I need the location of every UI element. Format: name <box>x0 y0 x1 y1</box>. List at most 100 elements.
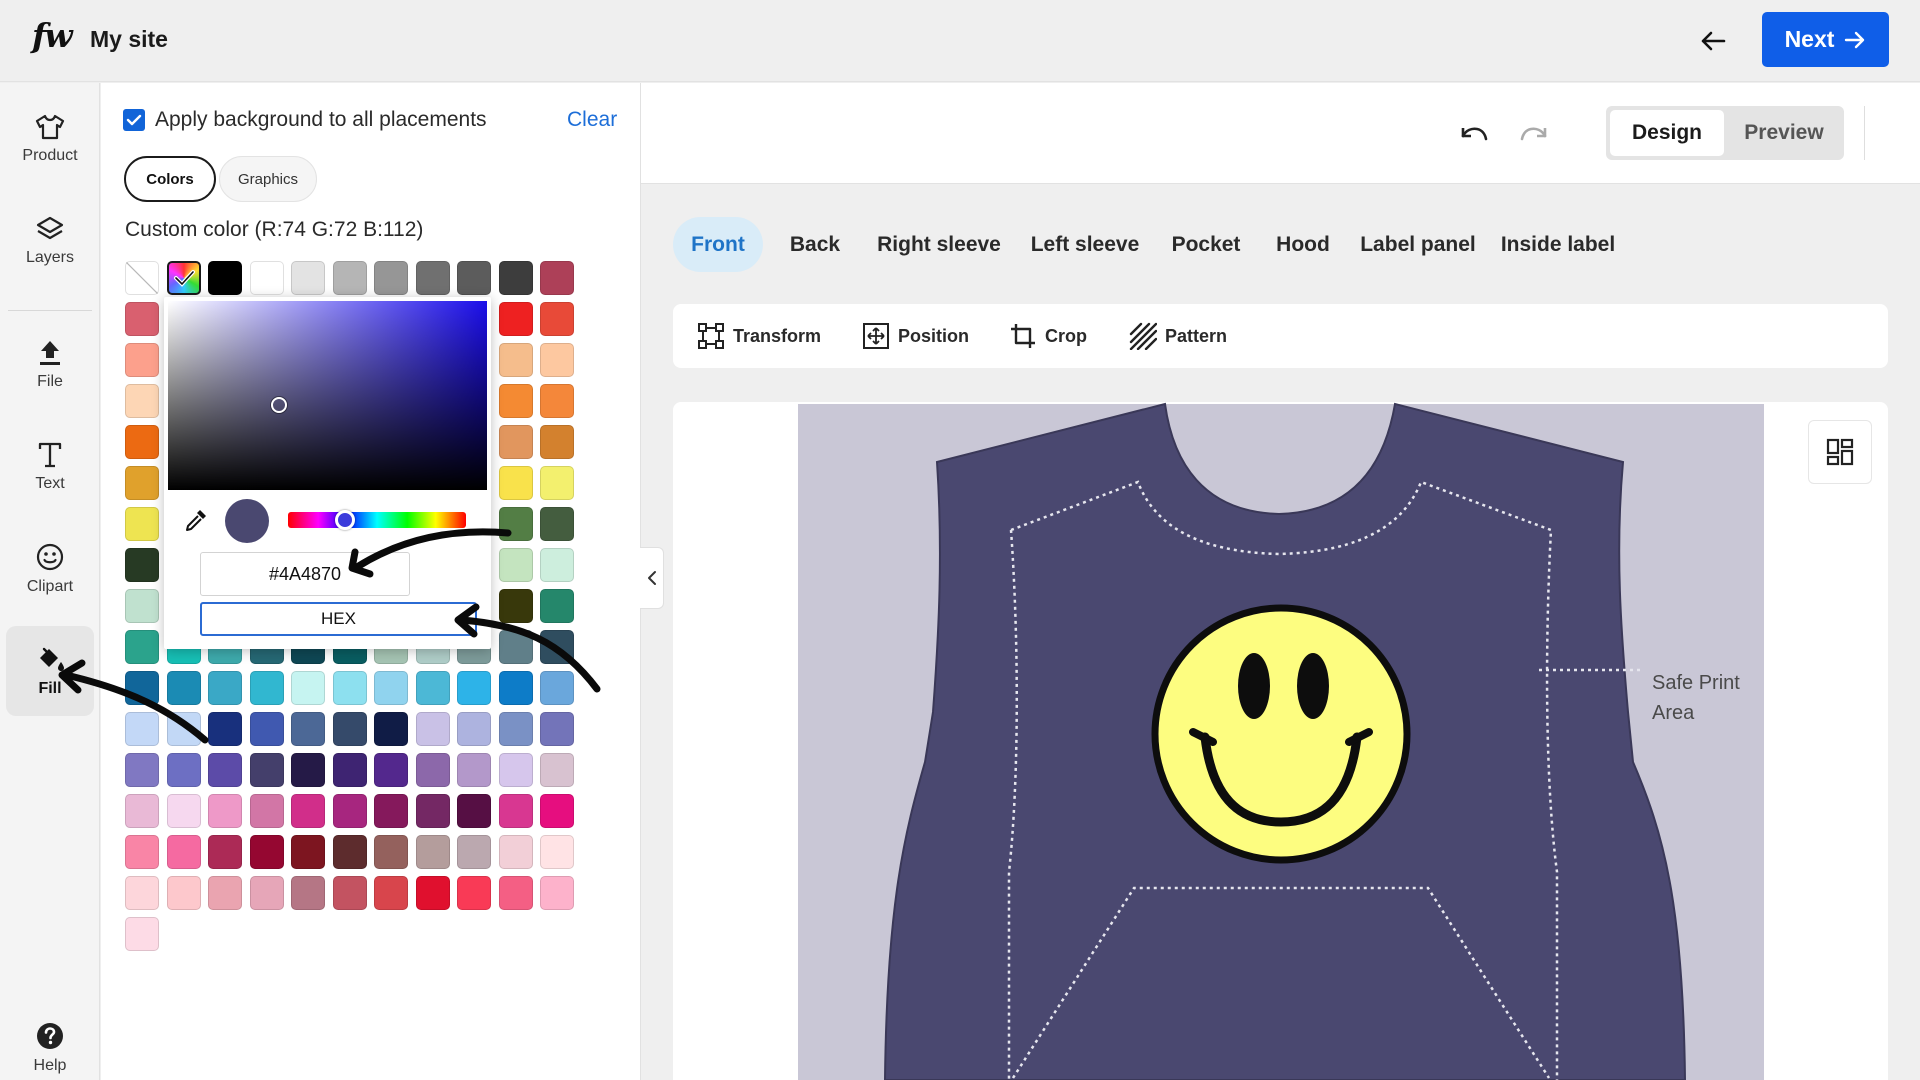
tab-left-sleeve[interactable]: Left sleeve <box>1021 217 1149 272</box>
color-swatch[interactable] <box>374 671 408 705</box>
color-swatch[interactable] <box>540 425 574 459</box>
rail-item-product[interactable]: Product <box>6 94 94 184</box>
color-swatch[interactable] <box>125 876 159 910</box>
color-swatch[interactable] <box>332 753 367 787</box>
color-swatch[interactable] <box>457 794 491 828</box>
color-swatch[interactable] <box>249 712 284 746</box>
color-swatch[interactable] <box>457 876 491 910</box>
color-swatch[interactable] <box>415 753 450 787</box>
color-swatch[interactable] <box>125 589 159 623</box>
rail-item-file[interactable]: File <box>6 320 94 410</box>
color-swatch[interactable] <box>457 261 491 295</box>
tab-right-sleeve[interactable]: Right sleeve <box>869 217 1009 272</box>
redo-button[interactable] <box>1512 112 1556 156</box>
crop-tool[interactable]: Crop <box>1009 304 1087 368</box>
color-swatch[interactable] <box>291 753 325 787</box>
color-swatch[interactable] <box>457 753 491 787</box>
preview-mode-button[interactable]: Preview <box>1728 110 1840 156</box>
color-swatch[interactable] <box>415 835 450 869</box>
color-swatch[interactable] <box>540 261 574 295</box>
color-swatch[interactable] <box>125 425 159 459</box>
color-swatch[interactable] <box>498 384 533 418</box>
color-swatch[interactable] <box>540 466 574 500</box>
color-swatch[interactable] <box>374 753 408 787</box>
color-swatch[interactable] <box>498 835 533 869</box>
color-swatch[interactable] <box>208 794 242 828</box>
color-swatch[interactable] <box>166 753 201 787</box>
color-swatch[interactable] <box>498 425 533 459</box>
tab-inside-label[interactable]: Inside label <box>1493 217 1623 272</box>
color-swatch[interactable] <box>249 753 284 787</box>
color-swatch[interactable] <box>125 343 159 377</box>
color-swatch[interactable] <box>125 630 159 664</box>
tab-hood[interactable]: Hood <box>1263 217 1343 272</box>
color-swatch[interactable] <box>498 507 533 541</box>
tab-graphics[interactable]: Graphics <box>219 156 317 202</box>
color-swatch[interactable] <box>415 261 450 295</box>
undo-button[interactable] <box>1452 112 1496 156</box>
color-swatch[interactable] <box>125 384 159 418</box>
view-grid-button[interactable] <box>1808 420 1872 484</box>
color-swatch[interactable] <box>540 876 574 910</box>
color-swatch[interactable] <box>415 876 450 910</box>
color-swatch[interactable] <box>249 671 284 705</box>
color-swatch[interactable] <box>415 712 450 746</box>
color-swatch[interactable] <box>291 671 325 705</box>
color-swatch[interactable] <box>498 671 533 705</box>
hue-slider[interactable] <box>288 512 466 528</box>
color-swatch[interactable] <box>498 630 533 664</box>
fw-logo[interactable]: fw <box>32 16 73 55</box>
hex-value-input[interactable] <box>200 552 410 596</box>
color-swatch[interactable] <box>332 671 367 705</box>
color-swatch[interactable] <box>291 876 325 910</box>
tab-front[interactable]: Front <box>673 217 763 272</box>
position-tool[interactable]: Position <box>862 304 969 368</box>
color-swatch[interactable] <box>415 671 450 705</box>
color-swatch[interactable] <box>540 753 574 787</box>
color-swatch[interactable] <box>498 548 533 582</box>
rail-item-help[interactable]: Help <box>6 1003 94 1080</box>
color-swatch[interactable] <box>291 835 325 869</box>
tab-label-panel[interactable]: Label panel <box>1353 217 1483 272</box>
color-swatch[interactable] <box>374 712 408 746</box>
color-swatch[interactable] <box>291 712 325 746</box>
saturation-value-area[interactable] <box>168 301 487 490</box>
color-swatch[interactable] <box>166 835 201 869</box>
color-swatch[interactable] <box>540 794 574 828</box>
design-mode-button[interactable]: Design <box>1610 110 1724 156</box>
color-swatch[interactable] <box>166 876 201 910</box>
color-swatch[interactable] <box>208 876 242 910</box>
color-swatch[interactable] <box>208 671 242 705</box>
apply-all-checkbox[interactable] <box>123 109 145 131</box>
tab-colors[interactable]: Colors <box>124 156 216 202</box>
color-swatch[interactable] <box>249 876 284 910</box>
design-canvas[interactable] <box>673 402 1888 1080</box>
color-swatch[interactable] <box>249 835 284 869</box>
color-swatch[interactable] <box>540 589 574 623</box>
color-swatch[interactable] <box>291 794 325 828</box>
color-swatch[interactable] <box>332 794 367 828</box>
color-swatch[interactable] <box>208 261 242 295</box>
color-swatch[interactable] <box>498 876 533 910</box>
rail-item-clipart[interactable]: Clipart <box>6 524 94 614</box>
color-swatch[interactable] <box>125 548 159 582</box>
color-swatch[interactable] <box>208 712 242 746</box>
color-swatch[interactable] <box>498 302 533 336</box>
color-swatch[interactable] <box>166 712 201 746</box>
eyedropper-button[interactable] <box>182 506 210 534</box>
color-swatch[interactable] <box>415 794 450 828</box>
color-swatch[interactable] <box>125 671 159 705</box>
color-swatch[interactable] <box>374 794 408 828</box>
color-swatch[interactable] <box>125 507 159 541</box>
color-swatch[interactable] <box>332 712 367 746</box>
color-swatch[interactable] <box>125 753 159 787</box>
color-swatch[interactable] <box>125 794 159 828</box>
color-swatch[interactable] <box>540 507 574 541</box>
color-swatch[interactable] <box>540 548 574 582</box>
color-swatch[interactable] <box>540 384 574 418</box>
color-swatch[interactable] <box>125 835 159 869</box>
collapse-panel-button[interactable] <box>640 547 664 609</box>
color-swatch[interactable] <box>540 671 574 705</box>
pattern-tool[interactable]: Pattern <box>1129 304 1227 368</box>
color-swatch[interactable] <box>374 835 408 869</box>
